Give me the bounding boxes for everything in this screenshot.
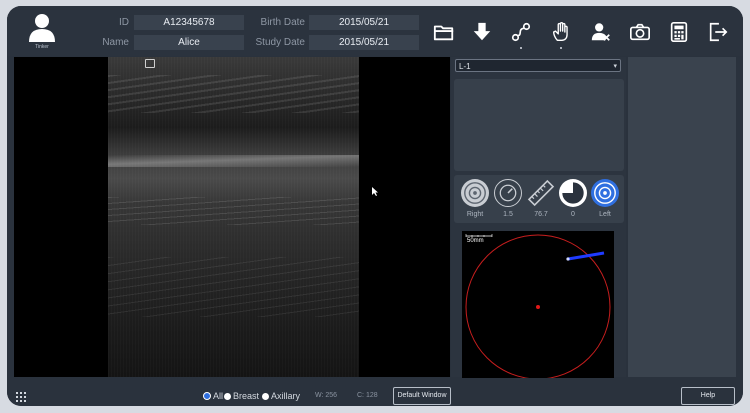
filter-axillary-radio[interactable]: Axillary (262, 391, 300, 401)
birth-date-label: Birth Date (260, 17, 305, 28)
chevron-down-icon: ▾ (613, 63, 617, 70)
angle-value: 0 (571, 211, 575, 218)
study-date-field: 2015/05/21 (309, 35, 419, 50)
exit-icon[interactable] (705, 19, 731, 45)
window-width-label: W: 256 (315, 392, 338, 399)
top-toolbar: Tinker ID A12345678 Name Alice Birth Dat… (7, 6, 743, 56)
grid-layout-icon[interactable] (16, 389, 26, 402)
angle-clock-icon[interactable] (559, 179, 587, 207)
name-label: Name (102, 37, 129, 48)
doctor-user-icon[interactable] (588, 19, 614, 45)
measurement-toolbar: Right 1.5 76.7 0 Left (454, 175, 624, 223)
side-label: Right (466, 211, 484, 218)
path-route-icon[interactable] (508, 19, 534, 45)
ruler-icon[interactable] (527, 179, 555, 207)
speckle-noise (108, 57, 359, 377)
body-mark-diagram[interactable]: 50mm (462, 231, 614, 383)
side-panel: L-1 ▾ Right 1.5 76.7 0 Left 50mm (451, 57, 626, 383)
depth-value: 1.5 (503, 211, 513, 218)
thumbnail-panel (628, 57, 736, 377)
filter-breast-radio[interactable]: Breast (224, 391, 259, 401)
depth-gauge-icon[interactable] (494, 179, 522, 207)
help-button[interactable]: Help (681, 387, 735, 405)
ultrasound-viewer[interactable] (14, 57, 450, 377)
radio-unselected-icon (262, 392, 269, 400)
probe-side-label: Left (599, 211, 611, 218)
camera-icon[interactable] (627, 19, 653, 45)
scale-label: 50mm (467, 238, 484, 244)
pan-indicator-dot (560, 47, 562, 49)
name-field: Alice (134, 35, 244, 50)
id-field: A12345678 (134, 15, 244, 30)
route-indicator-dot (520, 47, 522, 49)
radio-selected-icon (203, 392, 211, 400)
info-panel (454, 79, 624, 171)
filter-axillary-label: Axillary (271, 391, 301, 401)
app-window: Tinker ID A12345678 Name Alice Birth Dat… (7, 6, 743, 406)
calculator-icon[interactable] (666, 19, 692, 45)
study-date-label: Study Date (255, 37, 305, 48)
breast-side-right-icon[interactable] (461, 179, 489, 207)
probe-side-left-icon[interactable] (591, 179, 619, 207)
hand-pan-icon[interactable] (548, 19, 574, 45)
window-center-label: C: 128 (357, 392, 378, 399)
filter-breast-label: Breast (233, 391, 260, 401)
length-value: 76.7 (534, 211, 548, 218)
mouse-cursor-icon (372, 187, 378, 196)
default-window-button[interactable]: Default Window (393, 387, 451, 405)
radio-unselected-icon (224, 392, 231, 400)
user-caption: Tinker (35, 44, 49, 50)
filter-all-radio[interactable]: All (203, 391, 223, 401)
folder-open-icon[interactable] (431, 19, 457, 45)
bottom-bar: All Breast Axillary W: 256 C: 128 Defaul… (7, 378, 743, 406)
orientation-marker (145, 59, 155, 68)
ultrasound-image[interactable] (108, 57, 359, 377)
id-label: ID (119, 17, 129, 28)
birth-date-field: 2015/05/21 (309, 15, 419, 30)
download-arrow-icon[interactable] (469, 19, 495, 45)
filter-all-label: All (213, 391, 224, 401)
image-select[interactable]: L-1 ▾ (455, 59, 621, 72)
image-select-value: L-1 (459, 62, 471, 71)
